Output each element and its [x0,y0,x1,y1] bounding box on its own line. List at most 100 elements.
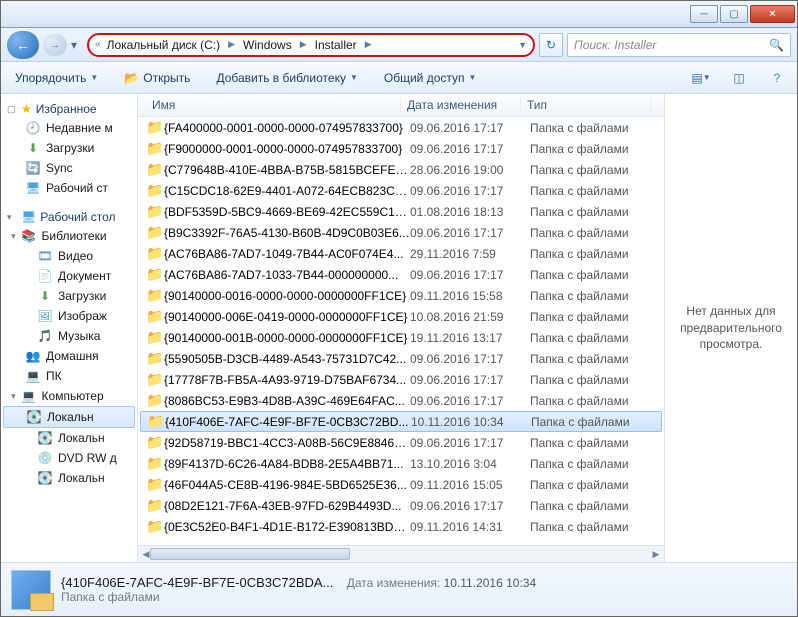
breadcrumb-address-bar[interactable]: « Локальный диск (C:) ▶ Windows ▶ Instal… [87,33,535,57]
file-list[interactable]: 📁 {FA400000-0001-0000-0000-074957833700} 0… [138,117,664,545]
open-button[interactable]: 📂 Открыть [118,67,196,89]
folder-large-icon [11,570,51,610]
file-name: {FA400000-0001-0000-0000-074957833700} [164,121,410,135]
file-row[interactable]: 📁{90140000-0016-0000-0000-0000000FF1CE}0… [138,285,664,306]
sidebar-desktop-header[interactable]: ▾ 🖥 Рабочий стол [1,208,137,226]
scroll-right-icon[interactable]: ▶ [648,546,664,562]
file-row[interactable]: 📁{AC76BA86-7AD7-1049-7B44-AC0F074E4...29… [138,243,664,264]
navigation-sidebar: ▢ ★ Избранное 🕘Недавние м ⬇Загрузки 🔄Syn… [1,94,138,562]
file-name: {C779648B-410E-4BBA-B75B-5815BCEFE7... [164,163,410,177]
sidebar-item-local-disk[interactable]: 💽Локальн [3,406,135,428]
sidebar-item-homegroup[interactable]: 👥Домашня [1,346,137,366]
history-dropdown[interactable]: ▾ [71,38,83,52]
view-options-button[interactable]: ▤ ▼ [689,67,713,89]
file-name: {90140000-006E-0419-0000-0000000FF1CE} [164,310,410,324]
file-type: Папка с файлами [530,184,660,198]
column-header-name[interactable]: Имя [146,98,401,112]
sidebar-item-downloads2[interactable]: ⬇Загрузки [1,286,137,306]
breadcrumb-seg-windows[interactable]: Windows [239,38,296,52]
sidebar-favorites-header[interactable]: ▢ ★ Избранное [1,100,137,118]
chevron-right-icon[interactable]: ▶ [363,39,374,50]
sidebar-item-local-disk3[interactable]: 💽Локальн [1,468,137,488]
sidebar-item-documents[interactable]: 📄Документ [1,266,137,286]
file-type: Папка с файлами [530,352,660,366]
file-row[interactable]: 📁{B9C3392F-76A5-4130-B60B-4D9C0B03E6...0… [138,222,664,243]
file-date: 10.11.2016 10:34 [411,415,531,429]
file-name: {F9000000-0001-0000-0000-074957833700} [164,142,410,156]
downloads-icon: ⬇ [37,288,53,304]
sidebar-item-computer[interactable]: ▾💻Компьютер [1,386,137,406]
sidebar-item-video[interactable]: 🎞Видео [1,246,137,266]
expand-icon[interactable]: ▾ [11,391,16,402]
back-button[interactable]: ← [7,31,39,59]
column-header-type[interactable]: Тип [521,98,651,112]
share-menu[interactable]: Общий доступ▼ [378,67,483,89]
search-input[interactable]: Поиск: Installer 🔍 [567,33,791,57]
details-item-type: Папка с файлами [61,590,160,604]
pc-icon: 💻 [25,368,41,384]
sidebar-item-recent[interactable]: 🕘Недавние м [1,118,137,138]
help-button[interactable]: ? [765,67,789,89]
file-date: 09.06.2016 17:17 [410,184,530,198]
music-icon: 🎵 [37,328,53,344]
file-row[interactable]: 📁{5590505B-D3CB-4489-A543-75731D7C42...0… [138,348,664,369]
add-to-library-menu[interactable]: Добавить в библиотеку▼ [210,67,363,89]
file-row[interactable]: 📁{AC76BA86-7AD7-1033-7B44-000000000...09… [138,264,664,285]
disk-icon: 💽 [37,470,53,486]
file-row[interactable]: 📁{46F044A5-CE8B-4196-984E-5BD6525E36...0… [138,474,664,495]
minimize-button[interactable]: ─ [690,5,718,23]
breadcrumb-dropdown[interactable]: ▼ [518,40,527,50]
expand-icon[interactable]: ▾ [7,212,17,223]
chevron-right-icon[interactable]: ▶ [298,39,309,50]
file-row[interactable]: 📁{BDF5359D-5BC9-4669-BE69-42EC559C19...0… [138,201,664,222]
search-icon[interactable]: 🔍 [769,38,784,52]
chevron-right-icon[interactable]: ▶ [226,39,237,50]
command-toolbar: Упорядочить▼ 📂 Открыть Добавить в библио… [1,62,797,94]
expand-icon[interactable]: ▾ [11,231,16,242]
collapse-icon[interactable]: ▢ [7,104,17,115]
breadcrumb-seg-disk[interactable]: Локальный диск (C:) [103,38,225,52]
preview-pane-button[interactable]: ◫ [727,67,751,89]
breadcrumb-history-icon[interactable]: « [95,39,101,50]
folder-icon: 📁 [146,203,164,220]
sidebar-item-local-disk2[interactable]: 💽Локальн [1,428,137,448]
file-row[interactable]: 📁{F9000000-0001-0000-0000-074957833700}0… [138,138,664,159]
sidebar-item-pc[interactable]: 💻ПК [1,366,137,386]
file-area: Имя Дата изменения Тип 📁 {FA400000-0001-0… [138,94,797,562]
file-name: {89F4137D-6C26-4A84-BDB8-2E5A4BB71... [164,457,410,471]
folder-icon: 📁 [146,350,164,367]
horizontal-scrollbar[interactable]: ◀ ▶ [138,545,664,562]
file-row[interactable]: 📁{C15CDC18-62E9-4401-A072-64ECB823CE...0… [138,180,664,201]
file-row[interactable]: 📁{90140000-001B-0000-0000-0000000FF1CE}1… [138,327,664,348]
organize-menu[interactable]: Упорядочить▼ [9,67,104,89]
file-row[interactable]: 📁{0E3C52E0-B4F1-4D1E-B172-E390813BD9...0… [138,516,664,537]
file-row[interactable]: 📁{FA400000-0001-0000-0000-074957833700}0… [138,117,664,138]
document-icon: 📄 [37,268,53,284]
file-row[interactable]: 📁{17778F7B-FB5A-4A93-9719-D75BAF6734...0… [138,369,664,390]
file-name: {90140000-0016-0000-0000-0000000FF1CE} [164,289,410,303]
libraries-icon: 📚 [21,228,37,244]
refresh-button[interactable]: ↻ [539,33,563,57]
close-button[interactable]: ✕ [750,5,795,23]
recent-icon: 🕘 [25,120,41,136]
sidebar-item-downloads[interactable]: ⬇Загрузки [1,138,137,158]
file-row[interactable]: 📁{92D58719-BBC1-4CC3-A08B-56C9E88462...0… [138,432,664,453]
forward-button[interactable]: → [43,34,67,56]
file-row[interactable]: 📁{410F406E-7AFC-4E9F-BF7E-0CB3C72BD...10… [140,411,662,432]
sidebar-item-libraries[interactable]: ▾📚Библиотеки [1,226,137,246]
file-row[interactable]: 📁{C779648B-410E-4BBA-B75B-5815BCEFE7...2… [138,159,664,180]
file-row[interactable]: 📁{89F4137D-6C26-4A84-BDB8-2E5A4BB71...13… [138,453,664,474]
maximize-button[interactable]: ▢ [720,5,748,23]
file-row[interactable]: 📁{08D2E121-7F6A-43EB-97FD-629B4493D...09… [138,495,664,516]
file-row[interactable]: 📁{8086BC53-E9B3-4D8B-A39C-469E64FAC...09… [138,390,664,411]
scrollbar-thumb[interactable] [150,548,350,560]
column-header-date[interactable]: Дата изменения [401,98,521,112]
sidebar-item-music[interactable]: 🎵Музыка [1,326,137,346]
sidebar-item-dvd[interactable]: 💿DVD RW д [1,448,137,468]
file-row[interactable]: 📁{90140000-006E-0419-0000-0000000FF1CE}1… [138,306,664,327]
breadcrumb-seg-installer[interactable]: Installer [311,38,361,52]
sidebar-item-sync[interactable]: 🔄Sync [1,158,137,178]
file-name: {92D58719-BBC1-4CC3-A08B-56C9E88462... [164,436,410,450]
sidebar-item-images[interactable]: 🖼Изображ [1,306,137,326]
sidebar-item-desktop[interactable]: 🖥Рабочий ст [1,178,137,198]
